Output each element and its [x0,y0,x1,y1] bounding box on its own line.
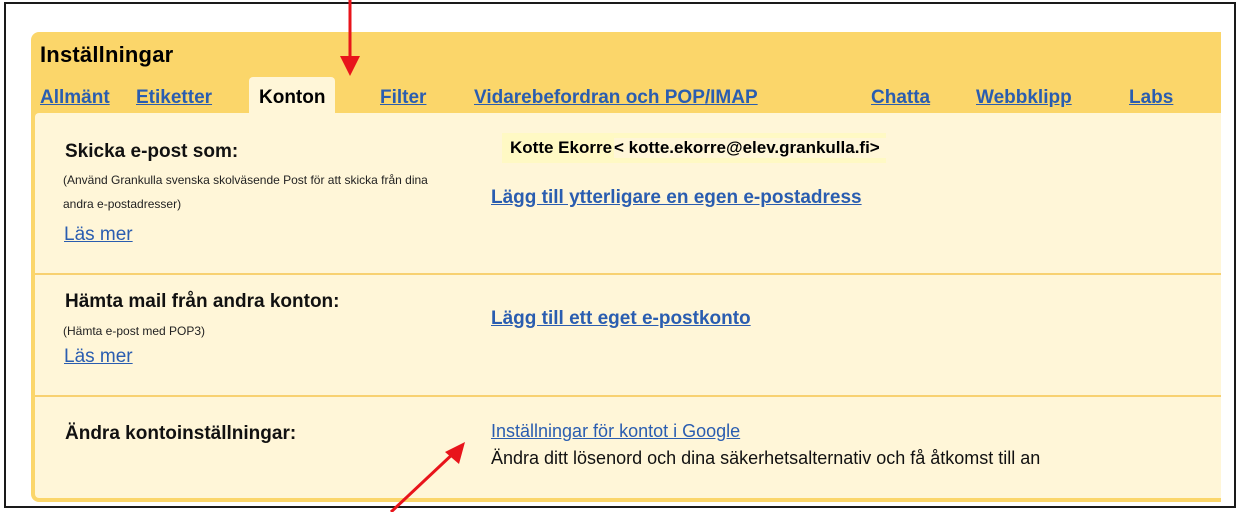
fetch-mail-label: Hämta mail från andra konton: [65,291,340,312]
tab-konton[interactable]: Konton [249,77,336,113]
settings-content: Skicka e-post som: (Använd Grankulla sve… [35,113,1221,498]
arrow-annotation-top [340,0,360,76]
add-mail-account-link[interactable]: Lägg till ett eget e-postkonto [491,308,751,330]
fetch-mail-hint: (Hämta e-post med POP3) [63,324,206,338]
send-as-hint: (Använd Grankulla svenska skolväsende Po… [63,173,428,211]
tab-allmant[interactable]: Allmänt [40,87,110,109]
tab-etiketter[interactable]: Etiketter [136,87,212,109]
change-account-section: Ändra kontoinställningar: Inställningar … [35,397,1221,498]
page-title: Inställningar [40,42,174,67]
send-as-read-more-link[interactable]: Läs mer [64,224,133,246]
settings-tabs: Allmänt Etiketter Konton Filter Vidarebe… [31,77,1221,113]
send-as-label: Skicka e-post som: [65,141,239,162]
change-account-label: Ändra kontoinställningar: [65,423,297,444]
fetch-mail-read-more-link[interactable]: Läs mer [64,346,133,368]
tab-vidarebefordran[interactable]: Vidarebefordran och POP/IMAP [474,87,758,109]
tab-chatta[interactable]: Chatta [871,87,930,109]
arrow-annotation-bottom [389,442,465,512]
send-as-name: Kotte Ekorre [510,138,613,157]
send-as-email: < kotte.ekorre@elev.grankulla.fi> [614,138,886,158]
add-email-address-link[interactable]: Lägg till ytterligare en egen e-postadre… [491,187,862,209]
tab-filter[interactable]: Filter [380,87,426,109]
google-account-settings-link[interactable]: Inställningar för kontot i Google [491,421,740,442]
tab-labs[interactable]: Labs [1129,87,1173,109]
fetch-mail-section: Hämta mail från andra konton: (Hämta e-p… [35,275,1221,397]
settings-panel: Inställningar Allmänt Etiketter Konton F… [31,32,1221,502]
tab-webbklipp[interactable]: Webbklipp [976,87,1072,109]
send-as-section: Skicka e-post som: (Använd Grankulla sve… [35,113,1221,275]
send-as-address: Kotte Ekorre < kotte.ekorre@elev.grankul… [502,133,886,163]
change-account-description: Ändra ditt lösenord och dina säkerhetsal… [491,448,1041,468]
